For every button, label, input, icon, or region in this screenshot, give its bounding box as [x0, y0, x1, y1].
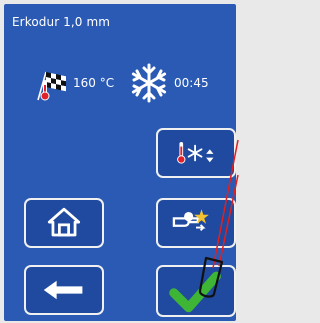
- program-button[interactable]: [156, 198, 236, 248]
- cooling-mode-button[interactable]: [156, 128, 236, 178]
- checkered-flag-thermometer-icon: [37, 71, 66, 101]
- home-button[interactable]: [24, 198, 104, 248]
- back-button[interactable]: [24, 265, 104, 315]
- confirm-button[interactable]: [156, 265, 236, 317]
- status-row: 160 °C 00:45: [24, 62, 224, 103]
- snowflake-icon: [131, 63, 167, 103]
- time-value: 00:45: [174, 76, 209, 90]
- check-icon: [169, 271, 221, 313]
- temperature-value: 160 °C: [73, 76, 115, 90]
- chef-star-icon: [172, 209, 209, 232]
- home-icon: [47, 207, 81, 237]
- thermometer-snowflake-updown-icon: [177, 141, 214, 164]
- material-title: Erkodur 1,0 mm: [12, 15, 111, 29]
- left-arrow-icon: [43, 280, 83, 300]
- touch-screen: Erkodur 1,0 mm 160 °C 00:45: [4, 4, 236, 321]
